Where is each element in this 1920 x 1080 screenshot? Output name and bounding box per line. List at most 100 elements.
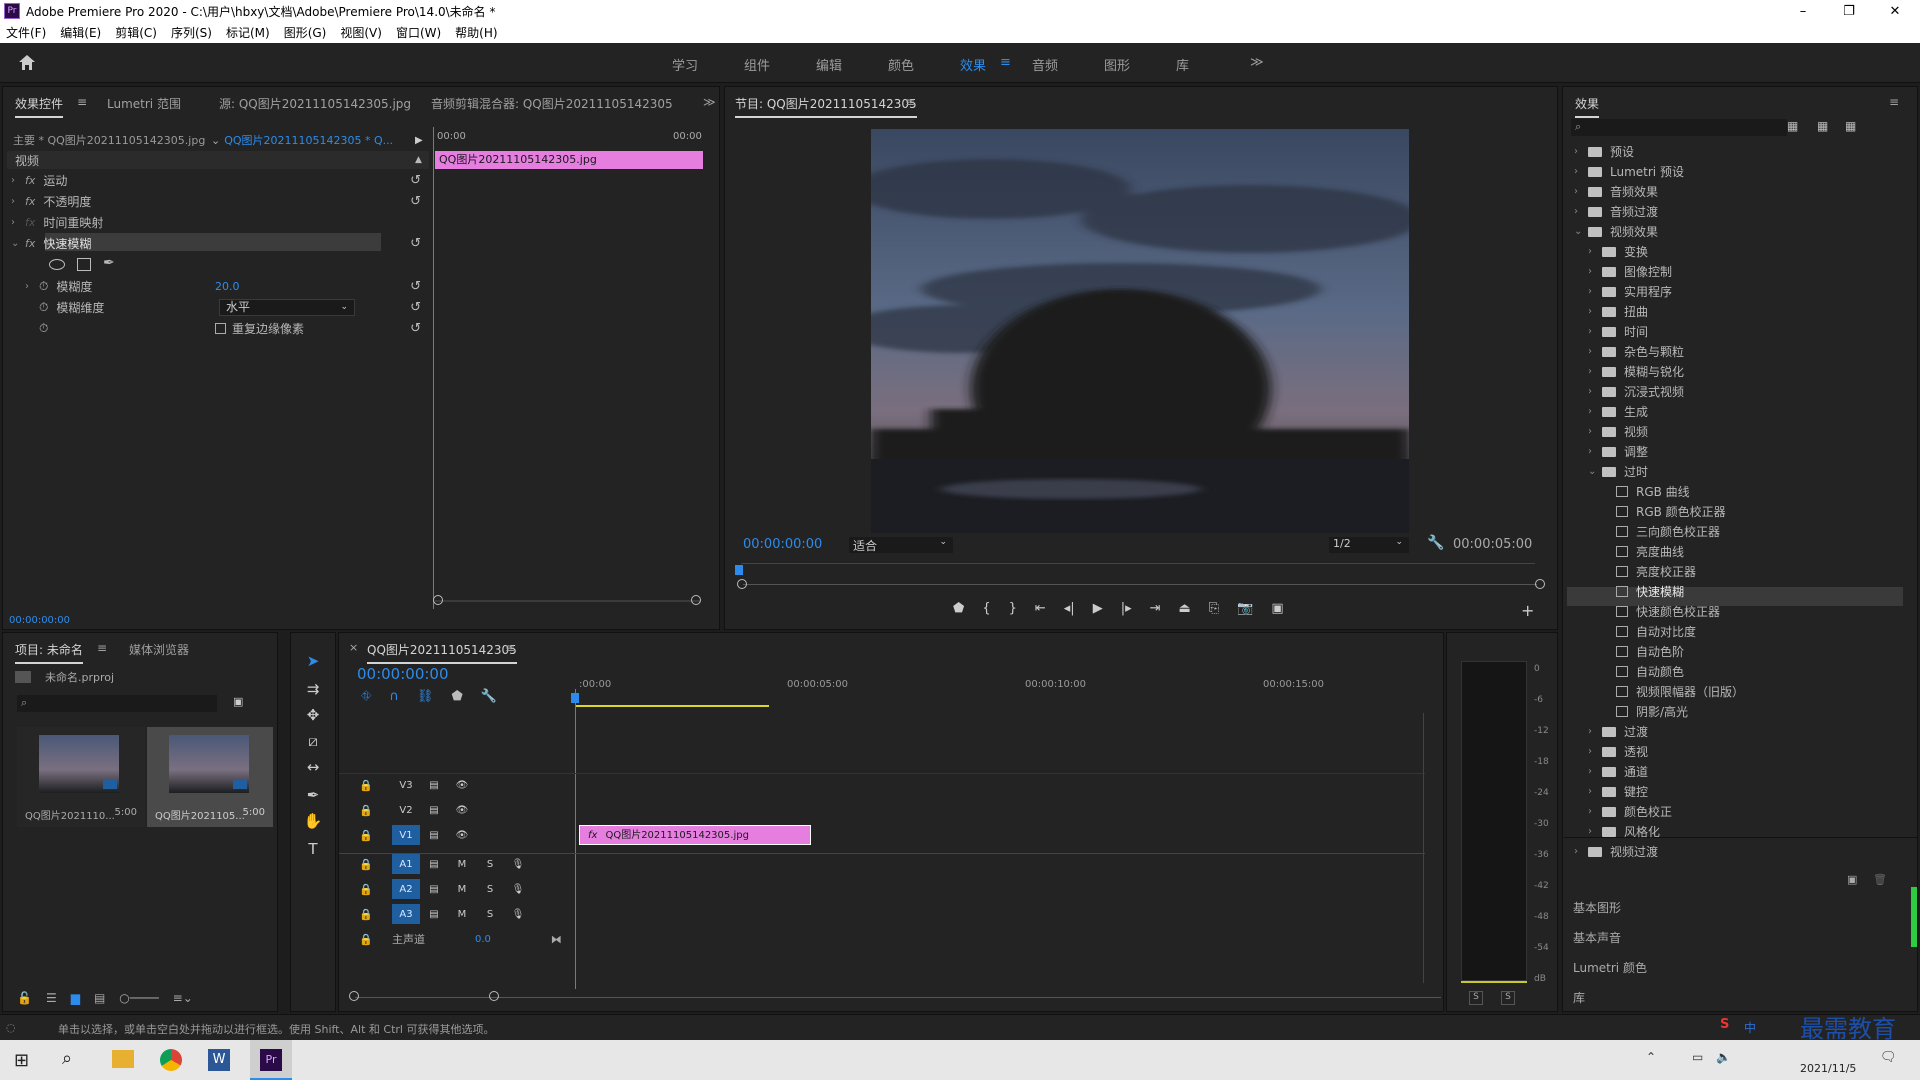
close-sequence-icon[interactable]: × <box>349 641 358 654</box>
repeat-edge-checkbox[interactable]: 重复边缘像素 <box>215 319 304 337</box>
rect-mask-icon[interactable] <box>77 258 91 271</box>
step-forward-icon[interactable]: |▸ <box>1121 601 1132 616</box>
expand-chevron-icon[interactable]: › <box>1588 286 1602 297</box>
expand-chevron-icon[interactable]: › <box>1588 306 1602 317</box>
tab-media-browser[interactable]: 媒体浏览器 <box>129 641 189 658</box>
master-volume-value[interactable]: 0.0 <box>475 934 491 945</box>
effect-folder[interactable]: › 杂色与颗粒 <box>1588 342 1684 361</box>
mini-zoom-track[interactable] <box>435 600 701 602</box>
menu-window[interactable]: 窗口(W) <box>396 24 441 41</box>
32bit-effects-icon[interactable]: ▦ <box>1817 119 1828 133</box>
pen-tool-icon[interactable]: ✒ <box>303 786 323 806</box>
effect-opacity[interactable]: › fx 不透明度 ↺ <box>11 192 431 210</box>
timeline-timecode[interactable]: 00:00:00:00 <box>357 665 449 683</box>
section-lumetri-color[interactable]: Lumetri 颜色 <box>1573 959 1647 976</box>
tab-sequence[interactable]: QQ图片20211105142305 <box>367 641 517 664</box>
mark-in-icon[interactable]: { <box>982 601 990 616</box>
program-timecode[interactable]: 00:00:00:00 <box>743 537 822 552</box>
panel-menu-icon[interactable]: ≡ <box>505 641 515 655</box>
mute-button[interactable]: M <box>448 904 476 924</box>
effects-search-input[interactable]: ⌕ <box>1571 119 1787 136</box>
workspace-graphics[interactable]: 图形 <box>1104 55 1130 74</box>
work-area-bar[interactable] <box>575 705 769 707</box>
expand-chevron-icon[interactable]: › <box>11 175 25 186</box>
sync-lock-icon[interactable]: ▤ <box>420 775 448 795</box>
master-toggle-icon[interactable]: ⧓ <box>551 933 562 946</box>
expand-chevron-icon[interactable]: › <box>1588 266 1602 277</box>
resolution-select[interactable]: 1/2 ⌄ <box>1329 537 1409 553</box>
effect-folder[interactable]: › 预设 <box>1574 142 1634 161</box>
program-playhead[interactable] <box>735 565 743 575</box>
scroll-handle-right[interactable] <box>1535 579 1545 589</box>
project-item-selected[interactable]: QQ图片2021105... 5:00 <box>147 727 273 827</box>
add-button-icon[interactable]: + <box>1521 601 1534 620</box>
new-bin-icon[interactable]: ▣ <box>1847 873 1857 886</box>
expand-chevron-icon[interactable]: › <box>11 217 25 228</box>
lock-icon[interactable]: 🔒 <box>340 804 392 817</box>
mute-button[interactable]: M <box>448 854 476 874</box>
reset-icon[interactable]: ↺ <box>410 321 421 336</box>
new-bin-icon[interactable]: ▣ <box>233 695 243 708</box>
project-item[interactable]: QQ图片2021110... 5:00 <box>17 727 145 827</box>
reset-icon[interactable]: ↺ <box>410 236 421 251</box>
panel-menu-icon[interactable]: ≡ <box>77 95 87 109</box>
mic-icon[interactable]: 🎙 <box>504 879 532 899</box>
lock-icon[interactable]: 🔒 <box>340 858 392 871</box>
list-view-icon[interactable]: ☰ <box>46 991 57 1005</box>
icon-view-icon[interactable]: ▆ <box>71 991 80 1005</box>
effect-folder[interactable]: ⌄ 过时 <box>1588 462 1648 481</box>
extract-icon[interactable]: ⎘ <box>1209 601 1219 616</box>
program-time-ruler[interactable] <box>741 563 1535 564</box>
effect-folder[interactable]: › 模糊与锐化 <box>1588 362 1684 381</box>
solo-button[interactable]: S <box>476 879 504 899</box>
effect-controls-timecode[interactable]: 00:00:00:00 <box>9 615 70 626</box>
nest-icon[interactable]: ⛗ <box>361 689 371 704</box>
network-icon[interactable]: ▭ <box>1692 1050 1703 1064</box>
menu-view[interactable]: 视图(V) <box>340 24 382 41</box>
home-icon[interactable] <box>18 54 36 71</box>
timeline-zoom-bar[interactable] <box>355 997 1441 998</box>
linked-selection-icon[interactable]: ⛓ <box>417 689 434 704</box>
effect-motion[interactable]: › fx 运动 ↺ <box>11 171 431 189</box>
vertical-scrollbar[interactable] <box>1423 713 1424 983</box>
maximize-button[interactable]: ❐ <box>1826 0 1872 22</box>
lift-icon[interactable]: ⏏ <box>1179 601 1191 616</box>
word-icon[interactable]: W <box>208 1049 230 1071</box>
stopwatch-icon[interactable]: ⏱ <box>39 321 48 336</box>
expand-chevron-icon[interactable]: › <box>1588 386 1602 397</box>
solo-button[interactable]: S <box>476 904 504 924</box>
effect-item[interactable]: 快速颜色校正器 <box>1602 602 1720 621</box>
menu-clip[interactable]: 剪辑(C) <box>115 24 157 41</box>
expand-chevron-icon[interactable]: › <box>1588 246 1602 257</box>
windows-start-icon[interactable]: ⊞ <box>14 1050 29 1071</box>
expand-chevron-icon[interactable]: › <box>1588 826 1602 837</box>
add-marker-icon[interactable]: ⬟ <box>451 689 462 704</box>
menu-edit[interactable]: 编辑(E) <box>60 24 101 41</box>
ime-language[interactable]: 中 <box>1744 1019 1756 1036</box>
playhead-handle[interactable] <box>571 693 579 703</box>
expand-chevron-icon[interactable]: › <box>1588 726 1602 737</box>
delete-icon[interactable]: 🗑 <box>1873 873 1887 886</box>
blur-dimension-select[interactable]: 水平 ⌄ <box>219 299 355 316</box>
effect-folder[interactable]: › 视频 <box>1588 422 1648 441</box>
effect-item[interactable]: RGB 颜色校正器 <box>1602 502 1726 521</box>
search-icon[interactable]: ⌕ <box>62 1048 72 1069</box>
panel-overflow-icon[interactable]: ≫ <box>703 95 716 109</box>
expand-chevron-icon[interactable]: › <box>1588 446 1602 457</box>
workspace-effects[interactable]: 效果 <box>960 55 986 74</box>
zoom-handle-left[interactable] <box>433 595 443 605</box>
hand-tool-icon[interactable]: ✋ <box>303 812 323 832</box>
compare-view-icon[interactable]: ▣ <box>1271 601 1283 616</box>
stopwatch-icon[interactable]: ⏱ <box>39 279 48 294</box>
program-scrollbar[interactable] <box>743 584 1537 585</box>
snap-magnet-icon[interactable]: ∩ <box>389 689 399 704</box>
solo-right-button[interactable]: S <box>1501 991 1515 1005</box>
section-libraries[interactable]: 库 <box>1573 989 1585 1006</box>
tab-source[interactable]: 源: QQ图片20211105142305.jpg <box>219 95 411 112</box>
eye-icon[interactable]: 👁 <box>448 825 476 845</box>
fx-badge-icon[interactable]: fx <box>25 174 35 187</box>
panel-menu-icon[interactable]: ≡ <box>905 95 915 109</box>
effect-folder[interactable]: › 扭曲 <box>1588 302 1648 321</box>
section-essential-sound[interactable]: 基本声音 <box>1573 929 1621 946</box>
effect-item[interactable]: 自动色阶 <box>1602 642 1684 661</box>
